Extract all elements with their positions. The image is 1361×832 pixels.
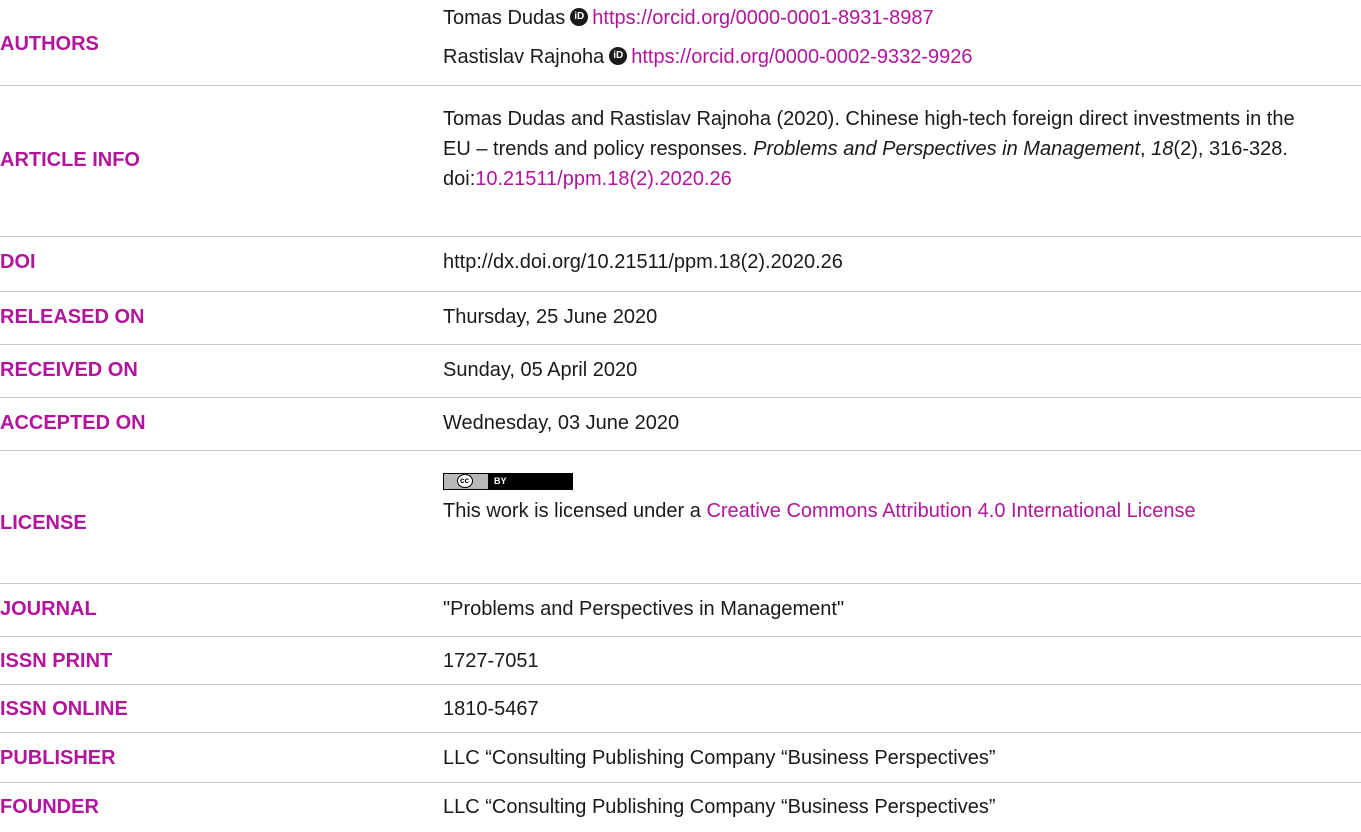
article-info-label: ARTICLE INFO xyxy=(0,149,140,171)
article-info-value: Tomas Dudas and Rastislav Rajnoha (2020)… xyxy=(443,104,1323,194)
journal-label: JOURNAL xyxy=(0,598,97,620)
article-info-row: ARTICLE INFO Tomas Dudas and Rastislav R… xyxy=(0,85,1361,237)
received-value: Sunday, 05 April 2020 xyxy=(443,359,638,381)
founder-row: FOUNDER LLC “Consulting Publishing Compa… xyxy=(0,782,1361,832)
author-2-name: Rastislav Rajnoha xyxy=(443,46,605,68)
authors-label: AUTHORS xyxy=(0,33,99,55)
issn-online-row: ISSN ONLINE 1810-5467 xyxy=(0,684,1361,733)
license-label: LICENSE xyxy=(0,512,87,534)
received-row: RECEIVED ON Sunday, 05 April 2020 xyxy=(0,344,1361,398)
released-label: RELEASED ON xyxy=(0,306,145,328)
publisher-row: PUBLISHER LLC “Consulting Publishing Com… xyxy=(0,732,1361,783)
issn-print-label: ISSN PRINT xyxy=(0,650,113,672)
publisher-label: PUBLISHER xyxy=(0,747,116,769)
citation-separator: , xyxy=(1140,138,1152,160)
license-row: LICENSE cc BY This work is licensed unde… xyxy=(0,450,1361,584)
doi-value: http://dx.doi.org/10.21511/ppm.18(2).202… xyxy=(443,251,843,273)
released-value: Thursday, 25 June 2020 xyxy=(443,306,658,328)
doi-row: DOI http://dx.doi.org/10.21511/ppm.18(2)… xyxy=(0,236,1361,292)
received-label: RECEIVED ON xyxy=(0,359,138,381)
cc-icon: cc xyxy=(444,473,488,489)
authors-value: Tomas Dudas https://orcid.org/0000-0001-8… xyxy=(443,3,1348,72)
license-link[interactable]: Creative Commons Attribution 4.0 Interna… xyxy=(706,500,1195,522)
issn-print-value: 1727-7051 xyxy=(443,650,539,672)
doi-label: DOI xyxy=(0,251,36,273)
orcid-icon xyxy=(609,47,628,65)
citation-volume: 18 xyxy=(1151,138,1174,160)
author-2-orcid-link[interactable]: https://orcid.org/0000-0002-9332-9926 xyxy=(631,46,972,68)
license-value: cc BY This work is licensed under a Crea… xyxy=(443,462,1333,526)
accepted-value: Wednesday, 03 June 2020 xyxy=(443,412,680,434)
journal-value: "Problems and Perspectives in Management… xyxy=(443,598,845,620)
citation-doi-link[interactable]: 10.21511/ppm.18(2).2020.26 xyxy=(475,168,732,190)
citation-journal: Problems and Perspectives in Management xyxy=(753,138,1141,160)
issn-print-row: ISSN PRINT 1727-7051 xyxy=(0,636,1361,685)
journal-row: JOURNAL "Problems and Perspectives in Ma… xyxy=(0,583,1361,637)
issn-online-value: 1810-5467 xyxy=(443,698,539,720)
released-row: RELEASED ON Thursday, 25 June 2020 xyxy=(0,291,1361,345)
author-1-name: Tomas Dudas xyxy=(443,7,566,29)
license-text: This work is licensed under a xyxy=(443,500,707,522)
cc-by-badge[interactable]: cc BY xyxy=(443,472,573,490)
issn-online-label: ISSN ONLINE xyxy=(0,698,128,720)
authors-row: AUTHORS Tomas Dudas https://orcid.org/000… xyxy=(0,0,1361,86)
orcid-icon xyxy=(570,8,589,26)
publisher-value: LLC “Consulting Publishing Company “Busi… xyxy=(443,747,996,769)
founder-value: LLC “Consulting Publishing Company “Busi… xyxy=(443,796,996,818)
by-badge-text: BY xyxy=(488,473,572,489)
accepted-label: ACCEPTED ON xyxy=(0,412,146,434)
cc-badge-cc: cc xyxy=(456,474,473,488)
author-1-orcid-link[interactable]: https://orcid.org/0000-0001-8931-8987 xyxy=(592,7,933,29)
accepted-row: ACCEPTED ON Wednesday, 03 June 2020 xyxy=(0,397,1361,451)
founder-label: FOUNDER xyxy=(0,796,99,818)
